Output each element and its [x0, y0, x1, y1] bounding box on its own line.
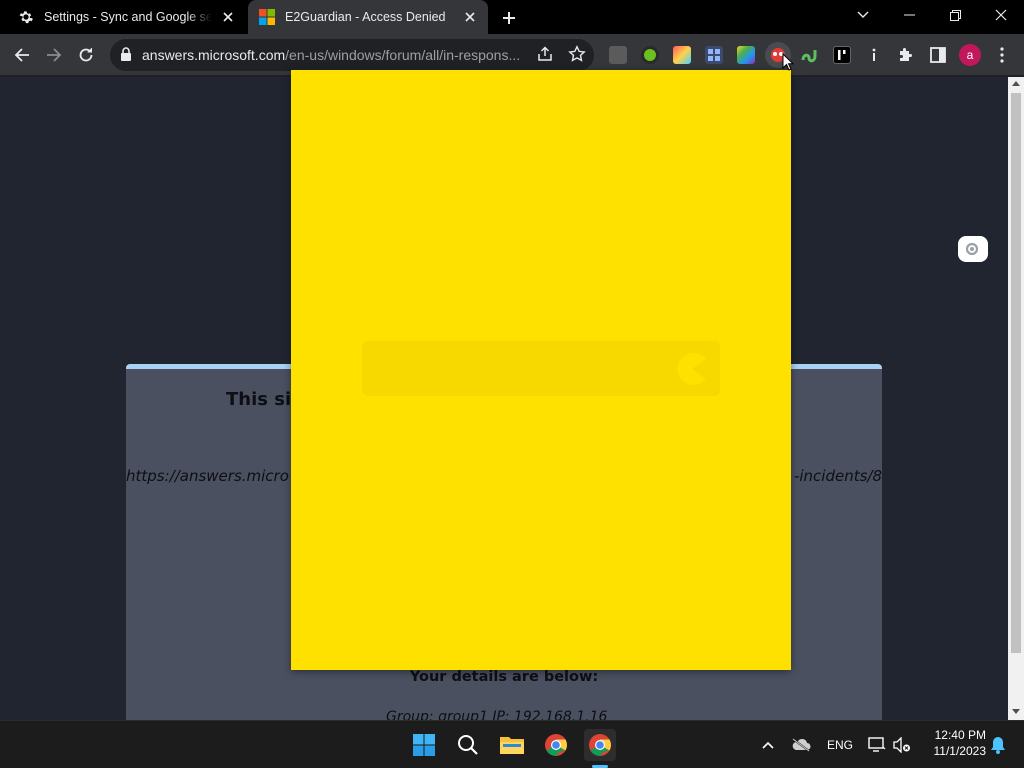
address-bar[interactable]: answers.microsoft.com/en-us/windows/foru…: [110, 39, 594, 71]
tab-strip: Settings - Sync and Google services E2Gu…: [0, 0, 1024, 34]
close-icon: [995, 9, 1007, 21]
ext-photo-icon[interactable]: [609, 46, 627, 64]
tab-title: E2Guardian - Access Denied: [285, 10, 446, 24]
mouse-cursor-icon: [782, 53, 794, 71]
volume-button[interactable]: [888, 729, 916, 761]
tab-title: Settings - Sync and Google services: [44, 10, 212, 24]
back-button[interactable]: [8, 41, 36, 69]
group-ip-line: Group: group1 IP: 192.168.1.16: [386, 709, 608, 720]
bookmark-star-icon[interactable]: [568, 45, 586, 68]
ext-colorful-icon[interactable]: [673, 46, 691, 64]
new-tab-button[interactable]: [498, 7, 520, 29]
chevron-up-icon: [762, 741, 774, 749]
bell-icon: [991, 737, 1005, 754]
tab-e2guardian[interactable]: E2Guardian - Access Denied: [248, 0, 488, 34]
page-scrollbar[interactable]: [1008, 77, 1024, 720]
clock-date: 11/1/2023: [933, 744, 987, 758]
reload-icon: [79, 48, 93, 62]
pacman-logo-icon: [677, 353, 706, 385]
extensions-button[interactable]: [892, 41, 920, 69]
blocked-url-left: https://answers.micro: [126, 467, 289, 485]
extension-popup[interactable]: [291, 70, 791, 670]
windows-logo-icon: [413, 734, 435, 756]
file-explorer-button[interactable]: [496, 729, 528, 761]
taskbar: ENG 12:40 PM 11/1/2023: [0, 720, 1024, 768]
popup-search-box[interactable]: [362, 341, 720, 396]
ext-info-icon[interactable]: [865, 46, 883, 64]
menu-button[interactable]: [988, 41, 1016, 69]
language-indicator[interactable]: ENG: [827, 738, 853, 752]
chrome-taskbar-button[interactable]: [540, 729, 572, 761]
tab-settings[interactable]: Settings - Sync and Google services: [0, 0, 246, 34]
close-window-button[interactable]: [978, 0, 1024, 30]
onedrive-button[interactable]: [786, 729, 816, 761]
side-widget-icon[interactable]: [958, 236, 988, 262]
side-panel-button[interactable]: [924, 41, 952, 69]
chrome-icon: [545, 734, 567, 756]
ext-snake-icon[interactable]: [801, 46, 819, 64]
ext-black-i-icon[interactable]: [833, 46, 851, 64]
profile-button[interactable]: a: [956, 41, 984, 69]
chrome-active-taskbar-button[interactable]: [584, 729, 616, 761]
lock-icon[interactable]: [120, 47, 132, 66]
volume-muted-icon: [893, 737, 910, 753]
gear-icon: [18, 9, 34, 25]
clock-time: 12:40 PM: [934, 728, 986, 742]
side-panel-icon: [930, 47, 946, 63]
search-button[interactable]: [452, 729, 484, 761]
details-heading: Your details are below:: [409, 669, 599, 685]
blocked-url-right: -incidents/8: [793, 467, 882, 485]
show-hidden-icons-button[interactable]: [753, 729, 783, 761]
microsoft-logo-icon: [259, 9, 275, 25]
share-icon[interactable]: [536, 45, 554, 68]
url-text[interactable]: answers.microsoft.com/en-us/windows/foru…: [142, 47, 532, 63]
ext-grid-icon[interactable]: [705, 46, 723, 64]
chevron-down-icon: [857, 11, 869, 18]
plus-icon: [503, 12, 515, 24]
restore-button[interactable]: [932, 0, 978, 30]
folder-icon: [500, 737, 524, 754]
start-button[interactable]: [408, 729, 440, 761]
page-heading: This sit: [226, 389, 300, 410]
arrow-left-icon: [14, 48, 29, 62]
screen: Settings - Sync and Google services E2Gu…: [0, 0, 1024, 768]
minimize-button[interactable]: [886, 0, 932, 30]
avatar: a: [959, 44, 981, 66]
close-tab-icon[interactable]: [218, 7, 238, 27]
puzzle-icon: [900, 48, 912, 61]
network-icon: [868, 737, 886, 752]
close-tab-icon[interactable]: [460, 7, 480, 27]
scrollbar-thumb[interactable]: [1011, 93, 1021, 653]
forward-button[interactable]: [40, 41, 68, 69]
search-icon: [458, 735, 478, 755]
minimize-icon: [903, 14, 915, 16]
kebab-menu-icon: [1000, 47, 1004, 63]
tab-search-button[interactable]: [840, 0, 886, 30]
ext-green-icon[interactable]: [641, 46, 659, 64]
clock[interactable]: 12:40 PM 11/1/2023: [920, 728, 987, 758]
ext-rainbow-icon[interactable]: [737, 46, 755, 64]
arrow-right-icon: [47, 48, 62, 62]
notifications-button[interactable]: [984, 729, 1012, 761]
scroll-down-arrow-icon[interactable]: [1012, 709, 1020, 714]
scroll-up-arrow-icon[interactable]: [1012, 81, 1020, 86]
cloud-off-icon: [792, 738, 811, 752]
reload-button[interactable]: [72, 41, 100, 69]
restore-icon: [949, 9, 961, 21]
chrome-icon: [589, 734, 611, 756]
